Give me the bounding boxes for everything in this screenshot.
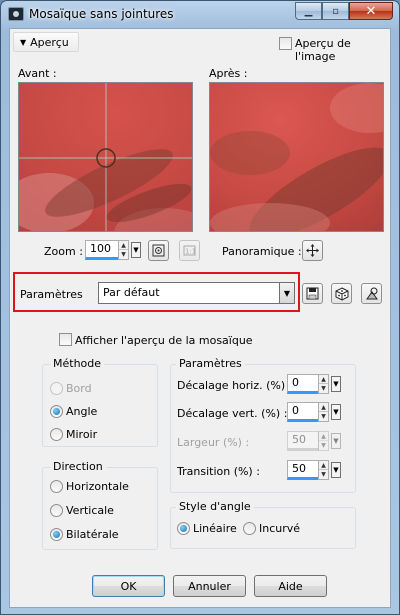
corner-curved-label: Incurvé bbox=[259, 522, 301, 535]
corner-linear-label: Linéaire bbox=[193, 522, 237, 535]
zoom-input[interactable]: 100 bbox=[85, 240, 119, 260]
help-button[interactable]: Aide bbox=[254, 575, 327, 597]
direction-bilateral-radio[interactable] bbox=[50, 528, 63, 541]
after-label: Après : bbox=[209, 67, 248, 80]
ok-button[interactable]: OK bbox=[92, 575, 165, 597]
corner-linear-radio[interactable] bbox=[177, 522, 190, 535]
reset-icon bbox=[365, 287, 378, 299]
spin-up-icon[interactable]: ▲ bbox=[119, 241, 128, 250]
horizontal-offset-spinner[interactable]: ▲ ▼ bbox=[318, 374, 329, 394]
corner-style-group-title: Style d'angle bbox=[176, 500, 254, 513]
spin-down-icon[interactable]: ▼ bbox=[119, 250, 128, 259]
app-icon bbox=[8, 7, 24, 21]
minimize-button[interactable]: ▁ bbox=[295, 2, 322, 20]
method-edge-label: Bord bbox=[66, 382, 92, 395]
method-corner-label: Angle bbox=[66, 405, 98, 418]
cancel-button[interactable]: Annuler bbox=[173, 575, 246, 597]
random-preset-button[interactable] bbox=[331, 283, 352, 304]
save-icon bbox=[306, 287, 319, 300]
width-dropdown[interactable]: ▼ bbox=[331, 433, 341, 449]
direction-horizontal-label: Horizontale bbox=[66, 480, 129, 493]
params-group-title: Paramètres bbox=[176, 357, 245, 370]
save-preset-button[interactable] bbox=[302, 283, 323, 304]
dialog-window: Mosaïque sans jointures ▁ ▫ ✕ ▼ Aperçu A… bbox=[0, 0, 400, 615]
image-preview-checkbox[interactable] bbox=[279, 37, 292, 50]
method-corner-radio[interactable] bbox=[50, 405, 63, 418]
zoom-label: Zoom : bbox=[44, 245, 83, 258]
svg-text:1:1: 1:1 bbox=[185, 248, 196, 256]
horizontal-offset-label: Décalage horiz. (%) : bbox=[177, 379, 293, 392]
method-group-title: Méthode bbox=[50, 357, 105, 370]
chevron-down-icon: ▼ bbox=[20, 37, 27, 47]
direction-vertical-radio[interactable] bbox=[50, 504, 63, 517]
reset-preset-button[interactable] bbox=[361, 283, 382, 304]
width-spinner[interactable]: ▲ ▼ bbox=[318, 431, 329, 451]
horizontal-offset-input[interactable]: 0 bbox=[287, 374, 319, 394]
transition-dropdown[interactable]: ▼ bbox=[331, 462, 341, 478]
transition-spinner[interactable]: ▲ ▼ bbox=[318, 460, 329, 480]
before-preview-image bbox=[19, 83, 192, 231]
tile-preview-checkbox[interactable] bbox=[59, 333, 72, 346]
zoom-fit-button[interactable] bbox=[148, 240, 169, 261]
vertical-offset-input[interactable]: 0 bbox=[287, 402, 319, 422]
corner-curved-radio[interactable] bbox=[243, 522, 256, 535]
direction-bilateral-label: Bilatérale bbox=[66, 528, 119, 541]
caption-buttons: ▁ ▫ ✕ bbox=[295, 2, 393, 20]
move-icon bbox=[306, 244, 319, 257]
after-preview bbox=[209, 82, 384, 232]
after-preview-image bbox=[210, 83, 383, 231]
method-mirror-label: Miroir bbox=[66, 428, 98, 441]
title-bar[interactable]: Mosaïque sans jointures ▁ ▫ ✕ bbox=[1, 1, 399, 27]
vertical-offset-dropdown[interactable]: ▼ bbox=[331, 404, 341, 420]
presets-combo-value: Par défaut bbox=[103, 286, 160, 299]
direction-vertical-label: Verticale bbox=[66, 504, 114, 517]
maximize-button[interactable]: ▫ bbox=[322, 2, 349, 20]
transition-label: Transition (%) : bbox=[177, 465, 260, 478]
transition-input[interactable]: 50 bbox=[287, 460, 319, 480]
presets-label: Paramètres bbox=[20, 288, 83, 301]
preview-toggle-button[interactable]: ▼ Aperçu bbox=[13, 32, 79, 52]
horizontal-offset-dropdown[interactable]: ▼ bbox=[331, 376, 341, 392]
zoom-spinner[interactable]: ▲ ▼ bbox=[118, 240, 129, 260]
before-preview[interactable] bbox=[18, 82, 193, 232]
before-label: Avant : bbox=[18, 67, 57, 80]
fit-view-icon bbox=[152, 244, 165, 257]
window-title: Mosaïque sans jointures bbox=[29, 7, 174, 21]
close-button[interactable]: ✕ bbox=[349, 2, 393, 20]
vertical-offset-label: Décalage vert. (%) : bbox=[177, 407, 288, 420]
direction-horizontal-radio[interactable] bbox=[50, 480, 63, 493]
pan-label: Panoramique : bbox=[222, 245, 302, 258]
pan-button[interactable] bbox=[302, 240, 323, 261]
vertical-offset-spinner[interactable]: ▲ ▼ bbox=[318, 402, 329, 422]
direction-group-title: Direction bbox=[50, 460, 106, 473]
width-input[interactable]: 50 bbox=[287, 431, 319, 451]
tile-preview-label: Afficher l'aperçu de la mosaïque bbox=[75, 334, 253, 347]
width-label: Largeur (%) : bbox=[177, 436, 250, 449]
image-preview-label: Aperçu de l'image bbox=[295, 37, 351, 63]
method-edge-radio[interactable] bbox=[50, 382, 63, 395]
chevron-down-icon[interactable]: ▼ bbox=[279, 283, 294, 303]
dialog-client: ▼ Aperçu Aperçu de l'image Avant : Après… bbox=[9, 28, 391, 608]
dice-icon bbox=[335, 286, 348, 301]
zoom-dropdown-button[interactable]: ▼ bbox=[131, 242, 141, 258]
actual-size-icon: 1:1 bbox=[183, 245, 196, 256]
zoom-actual-size-button[interactable]: 1:1 bbox=[179, 240, 200, 261]
method-mirror-radio[interactable] bbox=[50, 428, 63, 441]
presets-combo[interactable]: Par défaut ▼ bbox=[98, 282, 295, 304]
preview-toggle-label: Aperçu bbox=[30, 35, 69, 49]
